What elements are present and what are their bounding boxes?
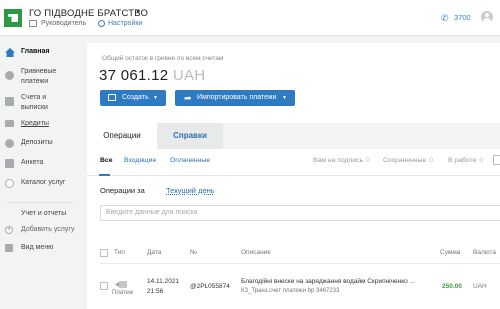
column-header-type: Тип <box>114 249 125 256</box>
sidebar-item-credits[interactable]: Кредиты <box>0 119 80 133</box>
create-button-label: Создать <box>122 94 149 101</box>
filter-count: 0 <box>479 157 484 164</box>
share-arrow-icon: ➦ <box>184 93 192 103</box>
sidebar-item-catalog[interactable]: Каталог услуг <box>0 178 80 192</box>
sidebar-item-label: Счета и выписки <box>21 94 48 111</box>
catalog-icon <box>5 179 14 188</box>
filter-for-signature[interactable]: Вам на подпись 0 <box>313 157 370 164</box>
filter-label: Сохраненные <box>383 157 427 164</box>
column-header-number: № <box>190 249 197 256</box>
row-type: Платеж <box>112 290 133 296</box>
filter-saved[interactable]: Сохраненные 0 <box>383 157 433 164</box>
filter-all[interactable]: Все <box>100 157 112 164</box>
sidebar-item-label: Вид меню <box>21 244 54 251</box>
column-header-amount: Сумма <box>440 249 461 256</box>
filter-in-progress[interactable]: В работе 0 <box>448 157 483 164</box>
balance-currency: UAH <box>172 67 206 84</box>
sidebar-item-label: Гривневые платежи <box>21 68 57 85</box>
sidebar-divider <box>6 202 74 203</box>
sidebar-add-service[interactable]: + Добавить услугу <box>0 225 80 237</box>
settings-link[interactable]: Настройки <box>108 20 142 27</box>
sidebar-item-accounts[interactable]: Счета и выписки <box>0 93 80 115</box>
operations-period-label: Операции за <box>100 186 145 195</box>
row-date: 14.11.2021 <box>147 278 180 285</box>
tab-operations[interactable]: Операции <box>87 123 157 149</box>
chevron-down-icon: ▼ <box>153 95 158 101</box>
sidebar-item-home[interactable]: Главная <box>0 47 80 61</box>
import-button-label: Импортировать платежи <box>197 94 277 101</box>
bank-logo-icon[interactable] <box>4 9 22 27</box>
user-role: Руководитель <box>41 20 87 27</box>
sidebar-view-menu[interactable]: Вид меню <box>0 243 80 255</box>
filter-count: 0 <box>429 157 434 164</box>
table-header-divider <box>100 263 500 264</box>
chevron-down-icon: ▼ <box>282 95 287 101</box>
deposit-icon <box>5 139 14 148</box>
top-bar: ГО ПІДВОДНЕ БРАТСТВО ▼ Руководитель Наст… <box>0 0 500 36</box>
row-time: 21:56 <box>147 288 164 295</box>
sidebar-item-deposits[interactable]: Депозиты <box>0 138 80 152</box>
filter-checkbox[interactable] <box>493 155 500 165</box>
main-panel: Общий остаток в гривне по всем счетам 37… <box>87 43 500 309</box>
sidebar-item-reports[interactable]: Учет и отчеты <box>0 209 80 221</box>
column-header-currency: Валюта <box>473 249 496 256</box>
questionnaire-icon <box>5 159 14 168</box>
balance-amount: 37 061.12 <box>99 67 169 84</box>
chevron-down-icon[interactable]: ▼ <box>135 9 141 15</box>
search-input[interactable]: Введите данные для поиска <box>100 205 500 221</box>
filter-paid[interactable]: Оплаченные <box>170 157 210 164</box>
sidebar-item-hryvnia-payments[interactable]: Гривневые платежи <box>0 67 80 89</box>
row-subdescription: КЗ_Транз.счет платежи bp 3467233 <box>241 288 340 294</box>
row-number: @2PL055874 <box>190 283 230 290</box>
menu-view-icon <box>5 244 13 252</box>
row-checkbox[interactable] <box>100 282 108 290</box>
sidebar-item-label: Каталог услуг <box>21 179 66 186</box>
sidebar-item-label: Депозиты <box>21 139 53 146</box>
balance-label: Общий остаток в гривне по всем счетам <box>102 55 224 62</box>
filter-count: 0 <box>366 157 370 164</box>
sidebar-item-label: Главная <box>21 48 50 55</box>
user-avatar-icon[interactable] <box>481 11 493 23</box>
select-all-checkbox[interactable] <box>100 249 108 257</box>
import-payments-button[interactable]: ➦ Импортировать платежи ▼ <box>175 90 295 106</box>
filter-label: Вам на подпись <box>313 157 363 164</box>
organization-name[interactable]: ГО ПІДВОДНЕ БРАТСТВО <box>29 8 148 19</box>
create-button[interactable]: Создать ▼ <box>100 90 166 106</box>
role-icon <box>29 20 37 27</box>
plus-icon: + <box>5 226 13 234</box>
phone-icon: ✆ <box>441 13 449 23</box>
sidebar-item-label: Кредиты <box>21 120 49 127</box>
operations-period-selector[interactable]: Текущий день <box>166 186 215 195</box>
filter-divider <box>87 175 500 176</box>
sidebar-item-questionnaire[interactable]: Анкета <box>0 158 80 172</box>
payment-type-icon <box>115 281 127 288</box>
document-icon <box>108 94 116 101</box>
sidebar: Главная Гривневые платежи Счета и выписк… <box>0 37 80 309</box>
filter-incoming[interactable]: Входящие <box>124 157 156 164</box>
tab-references[interactable]: Справки <box>157 123 223 149</box>
column-header-description: Описание <box>241 249 271 256</box>
credit-icon <box>5 120 14 127</box>
active-filter-indicator <box>99 174 110 176</box>
column-header-date: Дата <box>147 249 162 256</box>
sidebar-item-label: Учет и отчеты <box>21 210 67 217</box>
sidebar-item-label: Анкета <box>21 159 44 166</box>
row-description: Благодійні внески на заряджання водайм С… <box>241 278 415 285</box>
filter-label: В работе <box>448 157 477 164</box>
sidebar-item-label: Добавить услугу <box>21 226 75 233</box>
home-icon <box>5 48 15 57</box>
balance-total: 37 061.12 UAH <box>99 67 205 84</box>
gear-icon[interactable] <box>98 20 105 27</box>
row-amount: 250.00 <box>442 283 462 290</box>
phone-number[interactable]: 3700 <box>454 13 471 22</box>
hryvnia-icon <box>5 71 14 80</box>
row-currency: UAH <box>473 283 487 290</box>
accounts-icon <box>5 97 14 106</box>
